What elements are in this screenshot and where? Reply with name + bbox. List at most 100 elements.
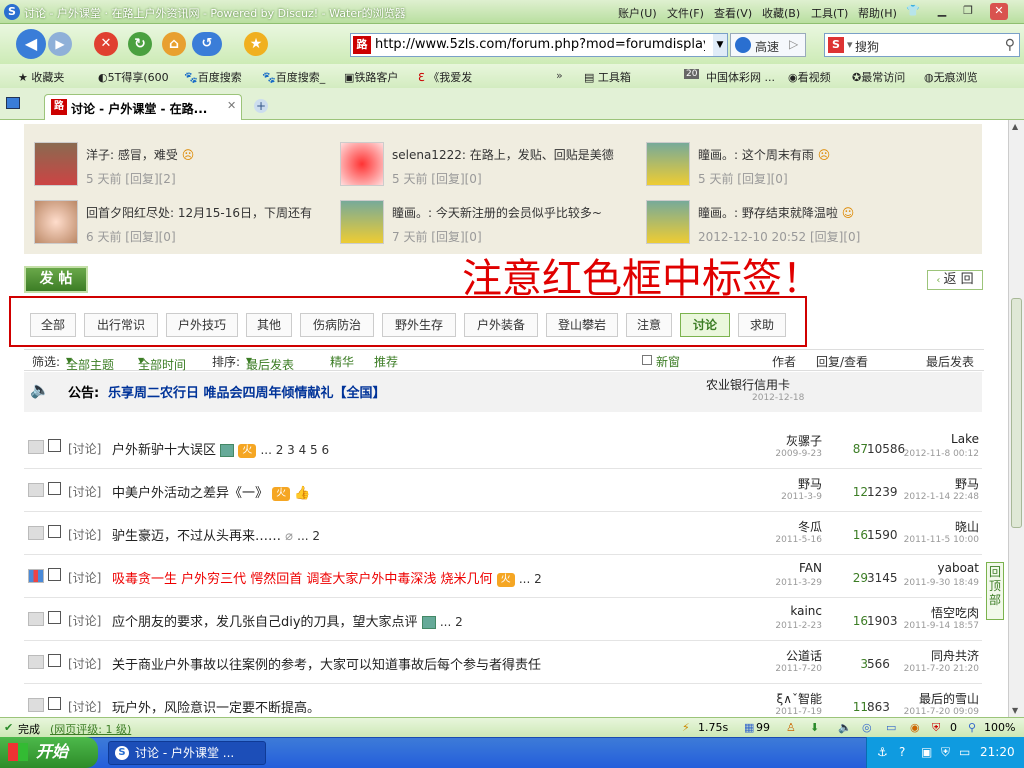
thread-pages[interactable]: ... 2	[297, 529, 320, 543]
maximize-button[interactable]: ❐	[959, 3, 977, 20]
bookmark-railway[interactable]: ▣铁路客户	[344, 69, 398, 85]
thread-checkbox[interactable]	[48, 482, 61, 495]
menu-favorites[interactable]: 收藏(B)	[762, 5, 800, 21]
thread-author[interactable]: FAN	[744, 561, 822, 575]
thread-last-date[interactable]: 2011-9-30 18:49	[884, 578, 979, 588]
shield-icon[interactable]: ⛨	[932, 721, 940, 735]
filter-recommend[interactable]: 推荐	[374, 353, 398, 370]
new-window-checkbox[interactable]	[642, 355, 652, 365]
bookmark-video[interactable]: ◉看视频	[788, 69, 831, 85]
help-icon[interactable]: ?	[899, 745, 905, 759]
avatar[interactable]	[34, 200, 78, 244]
bookmark-baidu-2[interactable]: 🐾百度搜索_	[262, 69, 325, 85]
tab-climbing[interactable]: 登山攀岩	[546, 313, 618, 337]
thread-pages[interactable]: ... 2 3 4 5 6	[260, 443, 329, 457]
menu-account[interactable]: 账户(U)	[618, 5, 657, 21]
thread-title[interactable]: 应个朋友的要求，发几张自己diy的刀具，望大家点评 ... 2	[112, 611, 463, 630]
tab-notice[interactable]: 注意	[626, 313, 672, 337]
thread-last-user[interactable]: 最后的雪山	[884, 690, 979, 707]
thread-last-date[interactable]: 2012-11-8 00:12	[884, 449, 979, 459]
start-button[interactable]: 开始	[0, 737, 98, 768]
play-icon[interactable]: ▷	[789, 37, 798, 51]
thread-title[interactable]: 中美户外活动之差异《一》 火 👍	[112, 482, 310, 501]
tab-survival[interactable]: 野外生存	[382, 313, 456, 337]
search-box[interactable]: S ▾ 搜狗 ⚲	[824, 33, 1020, 57]
feed-text[interactable]: 洋子: 感冒，难受 ☹	[86, 146, 194, 163]
bookmarks-more-icon[interactable]: »	[556, 69, 563, 82]
menu-help[interactable]: 帮助(H)	[858, 5, 897, 21]
feed-text[interactable]: 瞳画。: 今天新注册的会员似乎比较多~	[392, 204, 602, 221]
thread-last-date[interactable]: 2012-1-14 22:48	[884, 492, 979, 502]
page-rating-link[interactable]: (网页评级: 1 级)	[50, 721, 131, 737]
thread-prefix[interactable]: [讨论]	[68, 612, 101, 629]
thread-checkbox[interactable]	[48, 439, 61, 452]
filter-all-time[interactable]: 全部时间 ▾	[138, 353, 186, 372]
feed-text[interactable]: selena1222: 在路上，发贴、回贴是美德	[392, 146, 614, 163]
refresh-icon[interactable]: ↻	[128, 32, 152, 56]
thread-prefix[interactable]: [讨论]	[68, 483, 101, 500]
thread-title[interactable]: 玩户外，风险意识一定要不断提高。	[112, 697, 320, 716]
tab-other[interactable]: 其他	[246, 313, 292, 337]
back-arrow-icon[interactable]: ◀	[16, 29, 46, 59]
thread-last-date[interactable]: 2011-7-20 09:09	[884, 707, 979, 717]
search-input[interactable]: 搜狗	[855, 38, 879, 55]
thread-last-date[interactable]: 2011-9-14 18:57	[884, 621, 979, 631]
announcement-title[interactable]: 乐享周二农行日 唯品会四周年倾情献礼【全国】	[108, 382, 386, 401]
thread-last-user[interactable]: 野马	[884, 475, 979, 492]
thread-title[interactable]: 驴生豪迈，不过从头再来…… ⌀ ... 2	[112, 525, 320, 544]
thread-prefix[interactable]: [讨论]	[68, 655, 101, 672]
taskbar-browser-item[interactable]: S 讨论 - 户外课堂 ...	[108, 741, 266, 765]
thread-checkbox[interactable]	[48, 568, 61, 581]
sort-last-post[interactable]: 最后发表 ▾	[246, 353, 294, 372]
thread-last-date[interactable]: 2011-7-20 21:20	[884, 664, 979, 674]
scrollbar-thumb[interactable]	[1011, 298, 1022, 528]
bookmark-5t[interactable]: ◐5T得享(600	[98, 69, 169, 85]
eye-icon[interactable]: ◉	[910, 721, 920, 734]
thread-prefix[interactable]: [讨论]	[68, 698, 101, 715]
filter-all-topics[interactable]: 全部主题 ▾	[66, 353, 114, 372]
favorite-star-icon[interactable]: ★	[244, 32, 268, 56]
thread-last-user[interactable]: yaboat	[884, 561, 979, 575]
feed-text[interactable]: 瞳画。: 这个周末有雨 ☹	[698, 146, 830, 163]
announcement-source[interactable]: 农业银行信用卡	[706, 376, 790, 393]
thread-author[interactable]: 灰骡子	[744, 432, 822, 449]
thread-title[interactable]: 户外新驴十大误区 火 ... 2 3 4 5 6	[112, 439, 329, 458]
thread-prefix[interactable]: [讨论]	[68, 526, 101, 543]
thread-title[interactable]: 关于商业户外事故以往案例的参考，大家可以知道事故后每个参与者得责任	[112, 654, 541, 673]
thread-pages[interactable]: ... 2	[519, 572, 542, 586]
forward-arrow-icon[interactable]: ▶	[48, 32, 72, 56]
bookmark-baidu-1[interactable]: 🐾百度搜索	[184, 69, 242, 85]
thread-prefix[interactable]: [讨论]	[68, 440, 101, 457]
tab-close-icon[interactable]: ✕	[227, 99, 236, 112]
download-icon[interactable]: ⬇	[810, 721, 819, 734]
bookmark-lottery[interactable]: 中国体彩网 ...	[706, 69, 775, 85]
bookmark-favorites[interactable]: ★ 收藏夹	[18, 69, 64, 85]
back-to-top-button[interactable]: 回顶部	[986, 562, 1004, 620]
tab-all[interactable]: 全部	[30, 313, 76, 337]
url-text[interactable]: http://www.5zls.com/forum.php?mod=forumd…	[375, 37, 705, 52]
zoom-icon[interactable]: ⚲	[968, 721, 976, 734]
thread-last-date[interactable]: 2011-11-5 10:00	[884, 535, 979, 545]
volume-icon[interactable]: 🔈	[838, 721, 852, 734]
shield-tray-icon[interactable]: ⛨	[941, 745, 950, 760]
new-window-label[interactable]: 新窗	[656, 353, 680, 370]
menu-view[interactable]: 查看(V)	[714, 5, 752, 21]
network-icon[interactable]: ▣	[921, 745, 932, 759]
thread-last-user[interactable]: 晓山	[884, 518, 979, 535]
home-icon[interactable]: ⌂	[162, 32, 186, 56]
minimize-button[interactable]: ▁	[933, 3, 951, 20]
filter-digest[interactable]: 精华	[330, 353, 354, 370]
thread-checkbox[interactable]	[48, 611, 61, 624]
bookmark-toolbox[interactable]: ▤ 工具箱	[584, 69, 631, 85]
thread-author[interactable]: 野马	[744, 475, 822, 492]
avatar[interactable]	[340, 142, 384, 186]
thread-last-user[interactable]: Lake	[884, 432, 979, 446]
skin-icon[interactable]: 👕	[904, 3, 922, 20]
tab-discussion[interactable]: 讨论	[680, 313, 730, 337]
scroll-up-icon[interactable]: ▲	[1012, 122, 1018, 131]
thread-author[interactable]: 公道话	[744, 647, 822, 664]
display-icon[interactable]: ▭	[959, 745, 970, 759]
new-tab-icon[interactable]: +	[254, 99, 268, 113]
tab-gear[interactable]: 户外装备	[464, 313, 538, 337]
thread-author[interactable]: kainc	[744, 604, 822, 618]
